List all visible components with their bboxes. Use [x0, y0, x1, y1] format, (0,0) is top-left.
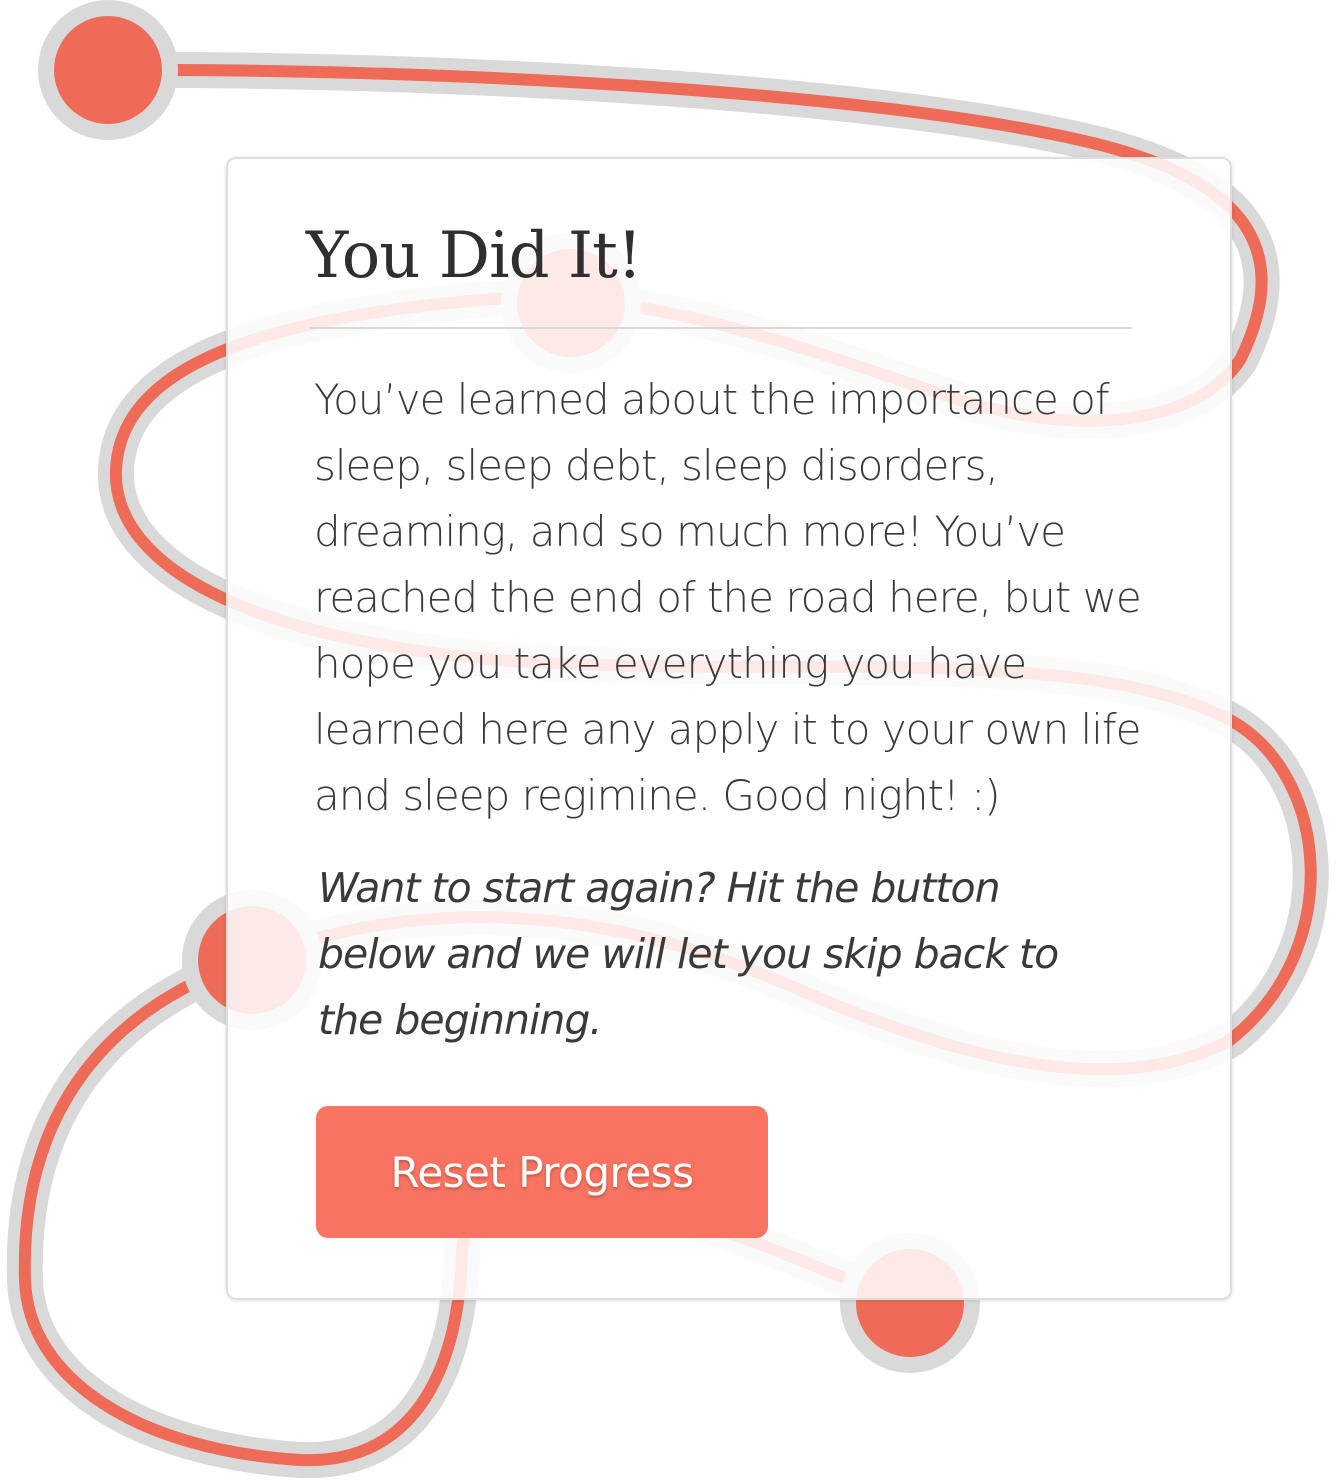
restart-hint: Want to start again? Hit the button belo…: [318, 864, 1059, 1044]
milestone-dot-start-fill: [54, 16, 162, 124]
title-divider: [310, 327, 1132, 329]
completion-card: You Did It! You’ve learned about the imp…: [226, 157, 1232, 1300]
reset-progress-button[interactable]: Reset Progress: [316, 1106, 768, 1238]
card-title: You Did It!: [306, 219, 643, 293]
completion-message: You’ve learned about the importance of s…: [314, 375, 1142, 820]
